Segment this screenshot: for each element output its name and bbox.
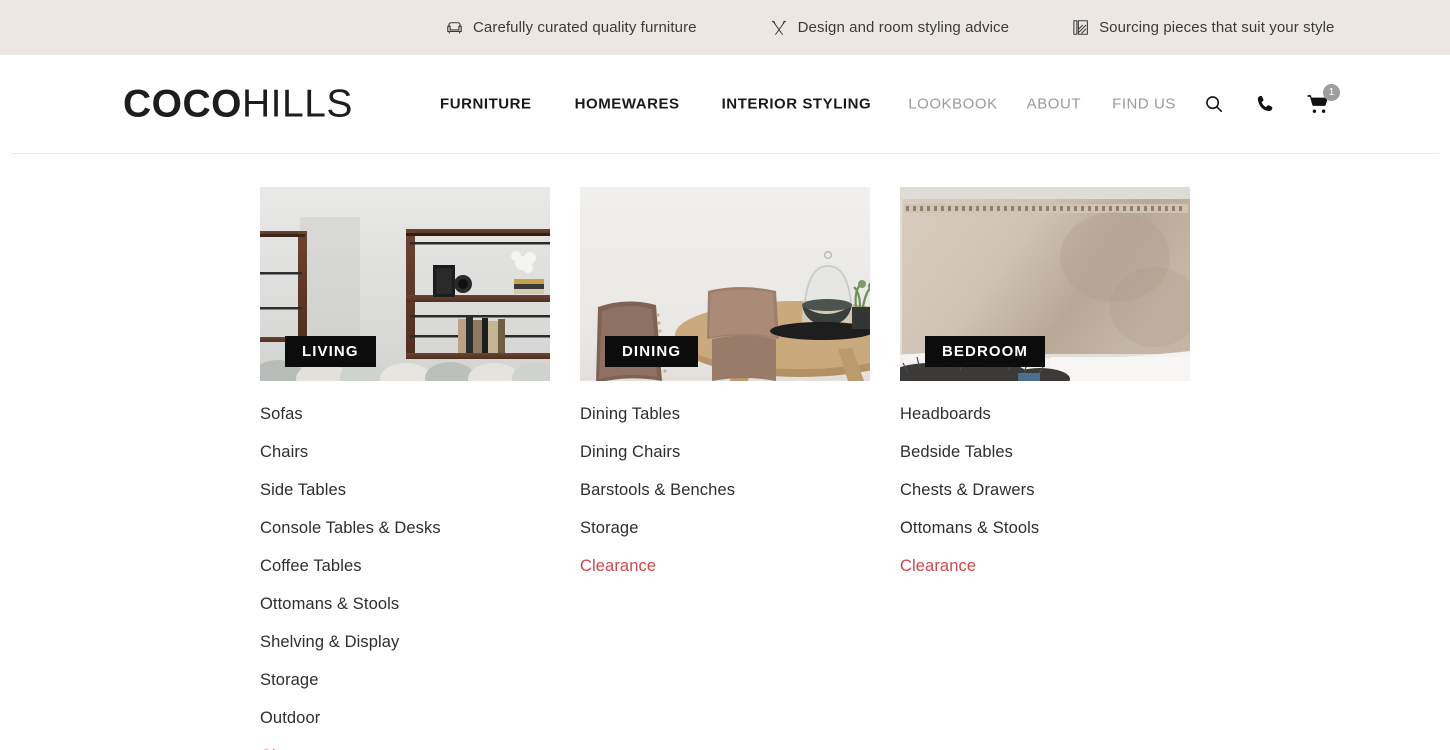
cart-icon[interactable]: 1 [1305,84,1340,117]
category-card-living[interactable]: LIVING [260,187,550,381]
promo-item-sourcing-pieces: Sourcing pieces that suit your style [1071,18,1334,37]
category-link-list-bedroom: Headboards Bedside Tables Chests & Drawe… [900,395,1190,585]
category-link-clearance[interactable]: Clearance [580,547,870,585]
cart-count-badge: 1 [1323,84,1340,101]
category-link-console-tables-desks[interactable]: Console Tables & Desks [260,509,550,547]
category-link-dining-tables[interactable]: Dining Tables [580,395,870,433]
category-link-headboards[interactable]: Headboards [900,395,1190,433]
category-link-clearance[interactable]: Clearance [900,547,1190,585]
header-actions: 1 [1201,84,1340,117]
promo-label: Carefully curated quality furniture [473,19,697,36]
armchair-icon [445,18,464,37]
category-link-storage[interactable]: Storage [260,661,550,699]
category-link-list-living: Sofas Chairs Side Tables Console Tables … [260,395,550,750]
category-link-outdoor[interactable]: Outdoor [260,699,550,737]
category-link-clearance[interactable]: Clearance [260,737,550,750]
category-label-bedroom: BEDROOM [925,336,1046,367]
category-link-chairs[interactable]: Chairs [260,433,550,471]
category-link-dining-chairs[interactable]: Dining Chairs [580,433,870,471]
promo-item-styling-advice: Design and room styling advice [770,18,1009,37]
category-link-sofas[interactable]: Sofas [260,395,550,433]
megamenu-column-living: LIVING Sofas Chairs Side Tables Console … [260,187,550,750]
megamenu-column-bedroom: BEDROOM Headboards Bedside Tables Chests… [900,187,1190,750]
phone-icon[interactable] [1253,91,1279,117]
category-label-dining: DINING [605,336,699,367]
category-link-ottomans-stools[interactable]: Ottomans & Stools [900,509,1190,547]
crossed-tools-icon [770,18,789,37]
megamenu-column-dining: DINING Dining Tables Dining Chairs Barst… [580,187,870,750]
category-link-list-dining: Dining Tables Dining Chairs Barstools & … [580,395,870,585]
promo-item-curated-furniture: Carefully curated quality furniture [445,18,697,37]
fabric-swatch-icon [1071,18,1090,37]
logo-text-primary: COCO [123,82,242,126]
furniture-megamenu-panel: LIVING Sofas Chairs Side Tables Console … [0,154,1450,750]
promo-label: Sourcing pieces that suit your style [1099,19,1335,36]
main-navigation: FURNITURE HOMEWARES INTERIOR STYLING LOO… [440,96,1176,113]
category-label-living: LIVING [285,336,376,367]
category-card-bedroom[interactable]: BEDROOM [900,187,1190,381]
category-card-dining[interactable]: DINING [580,187,870,381]
nav-item-furniture[interactable]: FURNITURE [440,96,532,113]
search-icon[interactable] [1201,91,1227,117]
nav-item-find-us[interactable]: FIND US [1112,96,1176,113]
category-link-barstools-benches[interactable]: Barstools & Benches [580,471,870,509]
category-link-ottomans-stools[interactable]: Ottomans & Stools [260,585,550,623]
announcement-bar: Carefully curated quality furniture Desi… [0,0,1450,55]
category-link-shelving-display[interactable]: Shelving & Display [260,623,550,661]
nav-item-about[interactable]: ABOUT [1027,96,1081,113]
category-link-chests-drawers[interactable]: Chests & Drawers [900,471,1190,509]
category-link-coffee-tables[interactable]: Coffee Tables [260,547,550,585]
nav-item-interior-styling[interactable]: INTERIOR STYLING [722,96,872,113]
category-link-bedside-tables[interactable]: Bedside Tables [900,433,1190,471]
promo-label: Design and room styling advice [797,19,1010,36]
category-link-storage[interactable]: Storage [580,509,870,547]
nav-item-homewares[interactable]: HOMEWARES [575,96,680,113]
nav-item-lookbook[interactable]: LOOKBOOK [908,96,997,113]
category-link-side-tables[interactable]: Side Tables [260,471,550,509]
site-header: COCO HILLS FURNITURE HOMEWARES INTERIOR S… [0,55,1450,153]
site-logo[interactable]: COCO HILLS [123,85,353,124]
logo-text-secondary: HILLS [242,82,353,126]
